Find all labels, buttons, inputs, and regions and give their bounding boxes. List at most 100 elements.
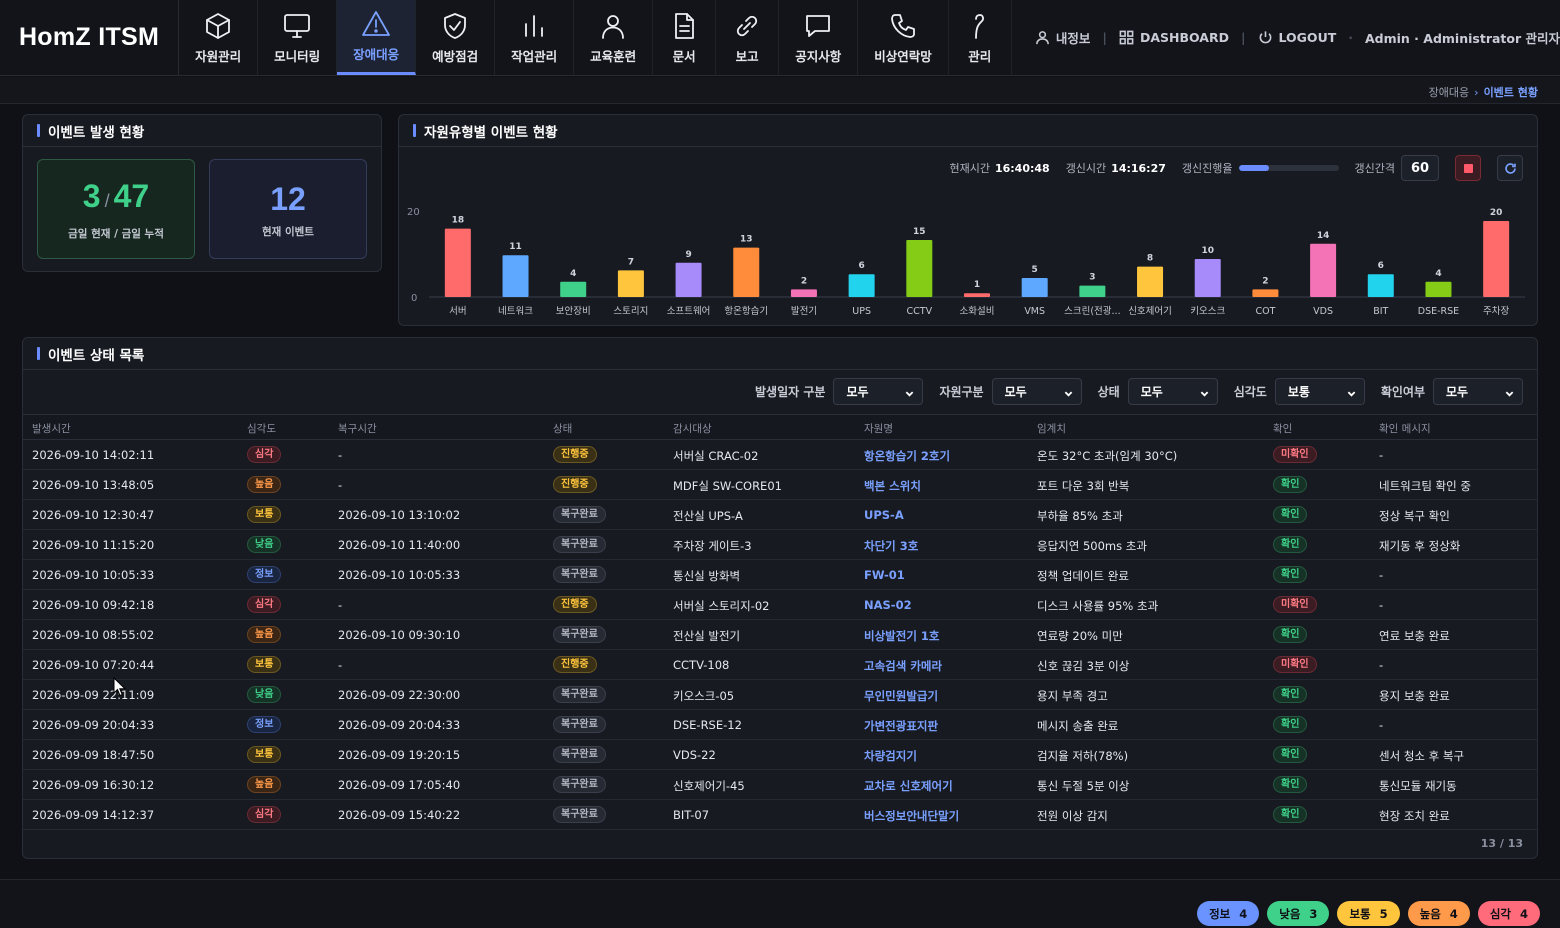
column-header[interactable]: 자원명 [864, 421, 893, 436]
dashboard-link[interactable]: DASHBOARD [1119, 30, 1229, 45]
resource-name-link[interactable]: 가변전광표지판 [864, 718, 938, 734]
legend-item[interactable]: 심각 4 [1477, 901, 1540, 926]
breadcrumb-parent[interactable]: 장애대응 [1429, 86, 1469, 99]
table-row[interactable]: 2026-09-10 11:15:20 낮음 2026-09-10 11:40:00… [23, 530, 1537, 560]
column-header[interactable]: 감시대상 [673, 421, 712, 436]
chart-bar [790, 289, 817, 297]
resource-name-link[interactable]: FW-01 [864, 568, 905, 582]
table-row[interactable]: 2026-09-10 07:20:44 보통 - 진행중 CCTV-108 고속검색 카메… [23, 650, 1537, 680]
legend-item[interactable]: 보통 5 [1337, 901, 1400, 926]
chart-bar [1079, 285, 1106, 297]
stop-button[interactable] [1455, 155, 1481, 181]
nav-item-3[interactable]: 장애대응 [337, 0, 417, 75]
recovered-time: 2026-09-10 09:30:10 [338, 628, 461, 642]
top-right-menu: 내정보 | DASHBOARD | LOGOUT · Admin · Admin… [1021, 0, 1560, 75]
now-time-label: 현재시간 [949, 162, 990, 175]
filter-select[interactable]: 보통 [1274, 378, 1365, 405]
column-header[interactable]: 심각도 [247, 421, 276, 436]
refresh-button[interactable] [1497, 155, 1523, 181]
nav-item-6[interactable]: 교육훈련 [574, 0, 654, 75]
my-info-label: 내정보 [1055, 31, 1091, 46]
chart-bar [444, 228, 471, 297]
resource-name-link[interactable]: 비상발전기 1호 [864, 628, 940, 644]
table-row[interactable]: 2026-09-09 16:30:12 높음 2026-09-09 17:05:40… [23, 770, 1537, 800]
table-row[interactable]: 2026-09-09 20:04:33 정보 2026-09-09 20:04:33… [23, 710, 1537, 740]
column-header[interactable]: 발생시간 [32, 421, 71, 436]
divider: | [1102, 30, 1107, 45]
severity-badge: 보통 [247, 746, 282, 763]
resource-name-link[interactable]: UPS-A [864, 508, 904, 522]
main-nav: 자원관리 모니터링 장애대응 예방점검 작업관리 교육훈련 문서 보고 공지사항 비상연락망 관리 [179, 0, 1021, 75]
bar-chart-icon [525, 14, 544, 37]
table-row[interactable]: 2026-09-10 09:42:18 심각 - 진행중 서버실 스토리지-02 NAS-… [23, 590, 1537, 620]
panel-title: 자원유형별 이벤트 현황 [399, 115, 1537, 147]
column-header[interactable]: 상태 [553, 421, 572, 436]
table-row[interactable]: 2026-09-09 14:12:37 심각 2026-09-09 15:40:22… [23, 800, 1537, 830]
today-count: 3 [82, 178, 101, 214]
breadcrumb-arrow-icon: › [1474, 86, 1479, 99]
nav-item-1[interactable]: 자원관리 [179, 0, 259, 75]
resource-name-link[interactable]: 백본 스위치 [864, 478, 921, 494]
column-header[interactable]: 확인 [1273, 421, 1292, 436]
occurred-time: 2026-09-10 07:20:44 [32, 658, 155, 672]
x-tick-label: 소화설비 [960, 306, 995, 317]
chevron-down-icon [1505, 387, 1514, 397]
confirm-badge: 확인 [1273, 716, 1308, 733]
column-header[interactable]: 임계치 [1037, 421, 1066, 436]
filter-select[interactable]: 모두 [833, 378, 924, 405]
resource-type-chart-panel: 자원유형별 이벤트 현황 현재시간 16:40:48 갱신시간 14:16:27 갱… [398, 114, 1538, 326]
filter-select[interactable]: 모두 [1127, 378, 1218, 405]
current-count: 12 [270, 180, 306, 217]
nav-item-4[interactable]: 예방점검 [416, 0, 496, 75]
bar-value-label: 5 [1032, 265, 1038, 275]
table-row[interactable]: 2026-09-09 22:11:09 낮음 2026-09-09 22:30:00… [23, 680, 1537, 710]
legend-item[interactable]: 정보 4 [1197, 901, 1260, 926]
table-row[interactable]: 2026-09-10 14:02:11 심각 - 진행중 서버실 CRAC-02 항온항습… [23, 440, 1537, 470]
resource-name-link[interactable]: 차단기 3호 [864, 538, 918, 554]
legend-item[interactable]: 낮음 3 [1267, 901, 1330, 926]
hook-icon [974, 13, 984, 39]
filter-select-value: 보통 [1287, 385, 1310, 399]
monitor-target: 전산실 발전기 [673, 629, 741, 643]
nav-item-label: 관리 [968, 48, 992, 64]
resource-name-link[interactable]: 교차로 신호제어기 [864, 778, 953, 794]
legend-label: 낮음 [1279, 906, 1301, 921]
nav-item-11[interactable]: 관리 [949, 0, 1012, 75]
resource-name-link[interactable]: 버스정보안내단말기 [864, 808, 959, 824]
column-header[interactable]: 복구시간 [338, 421, 377, 436]
filter-select-value: 모두 [1004, 385, 1027, 399]
nav-item-2[interactable]: 모니터링 [258, 0, 338, 75]
nav-item-10[interactable]: 비상연락망 [858, 0, 949, 75]
table-row[interactable]: 2026-09-10 10:05:33 정보 2026-09-10 10:05:33… [23, 560, 1537, 590]
phone-icon [891, 13, 915, 38]
table-body: 2026-09-10 14:02:11 심각 - 진행중 서버실 CRAC-02 항온항습… [23, 440, 1537, 830]
nav-item-9[interactable]: 공지사항 [779, 0, 859, 75]
threshold: 검지율 저하(78%) [1037, 749, 1129, 763]
resource-name-link[interactable]: 차량검지기 [864, 748, 917, 764]
table-row[interactable]: 2026-09-10 12:30:47 보통 2026-09-10 13:10:02… [23, 500, 1537, 530]
monitor-target: 전산실 UPS-A [673, 509, 743, 523]
table-row[interactable]: 2026-09-09 18:47:50 보통 2026-09-09 19:20:15… [23, 740, 1537, 770]
refresh-interval-input[interactable]: 60 [1401, 155, 1439, 181]
chevron-down-icon [1347, 387, 1356, 397]
resource-name-link[interactable]: 무인민원발급기 [864, 688, 938, 704]
filter-select[interactable]: 모두 [1433, 378, 1523, 405]
nav-item-7[interactable]: 문서 [653, 0, 717, 75]
resource-name-link[interactable]: NAS-02 [864, 598, 912, 612]
nav-item-5[interactable]: 작업관리 [495, 0, 575, 75]
table-row[interactable]: 2026-09-10 08:55:02 높음 2026-09-10 09:30:10… [23, 620, 1537, 650]
threshold: 메시지 송출 완료 [1037, 719, 1119, 733]
filter-select[interactable]: 모두 [991, 378, 1082, 405]
occurred-time: 2026-09-10 11:15:20 [32, 538, 155, 552]
column-header[interactable]: 확인 메시지 [1379, 421, 1431, 436]
resource-name-link[interactable]: 항온항습기 2호기 [864, 448, 950, 464]
app-logo[interactable]: HomZ ITSM [0, 0, 180, 75]
legend-item[interactable]: 높음 4 [1407, 901, 1470, 926]
nav-item-8[interactable]: 보고 [716, 0, 780, 75]
confirm-message: - [1379, 448, 1384, 462]
resource-name-link[interactable]: 고속검색 카메라 [864, 658, 942, 674]
my-info-link[interactable]: 내정보 [1035, 28, 1091, 47]
logout-link[interactable]: LOGOUT [1258, 30, 1336, 45]
refresh-progress-bar [1238, 165, 1339, 171]
table-row[interactable]: 2026-09-10 13:48:05 높음 - 진행중 MDF실 SW-CORE01 백… [23, 470, 1537, 500]
